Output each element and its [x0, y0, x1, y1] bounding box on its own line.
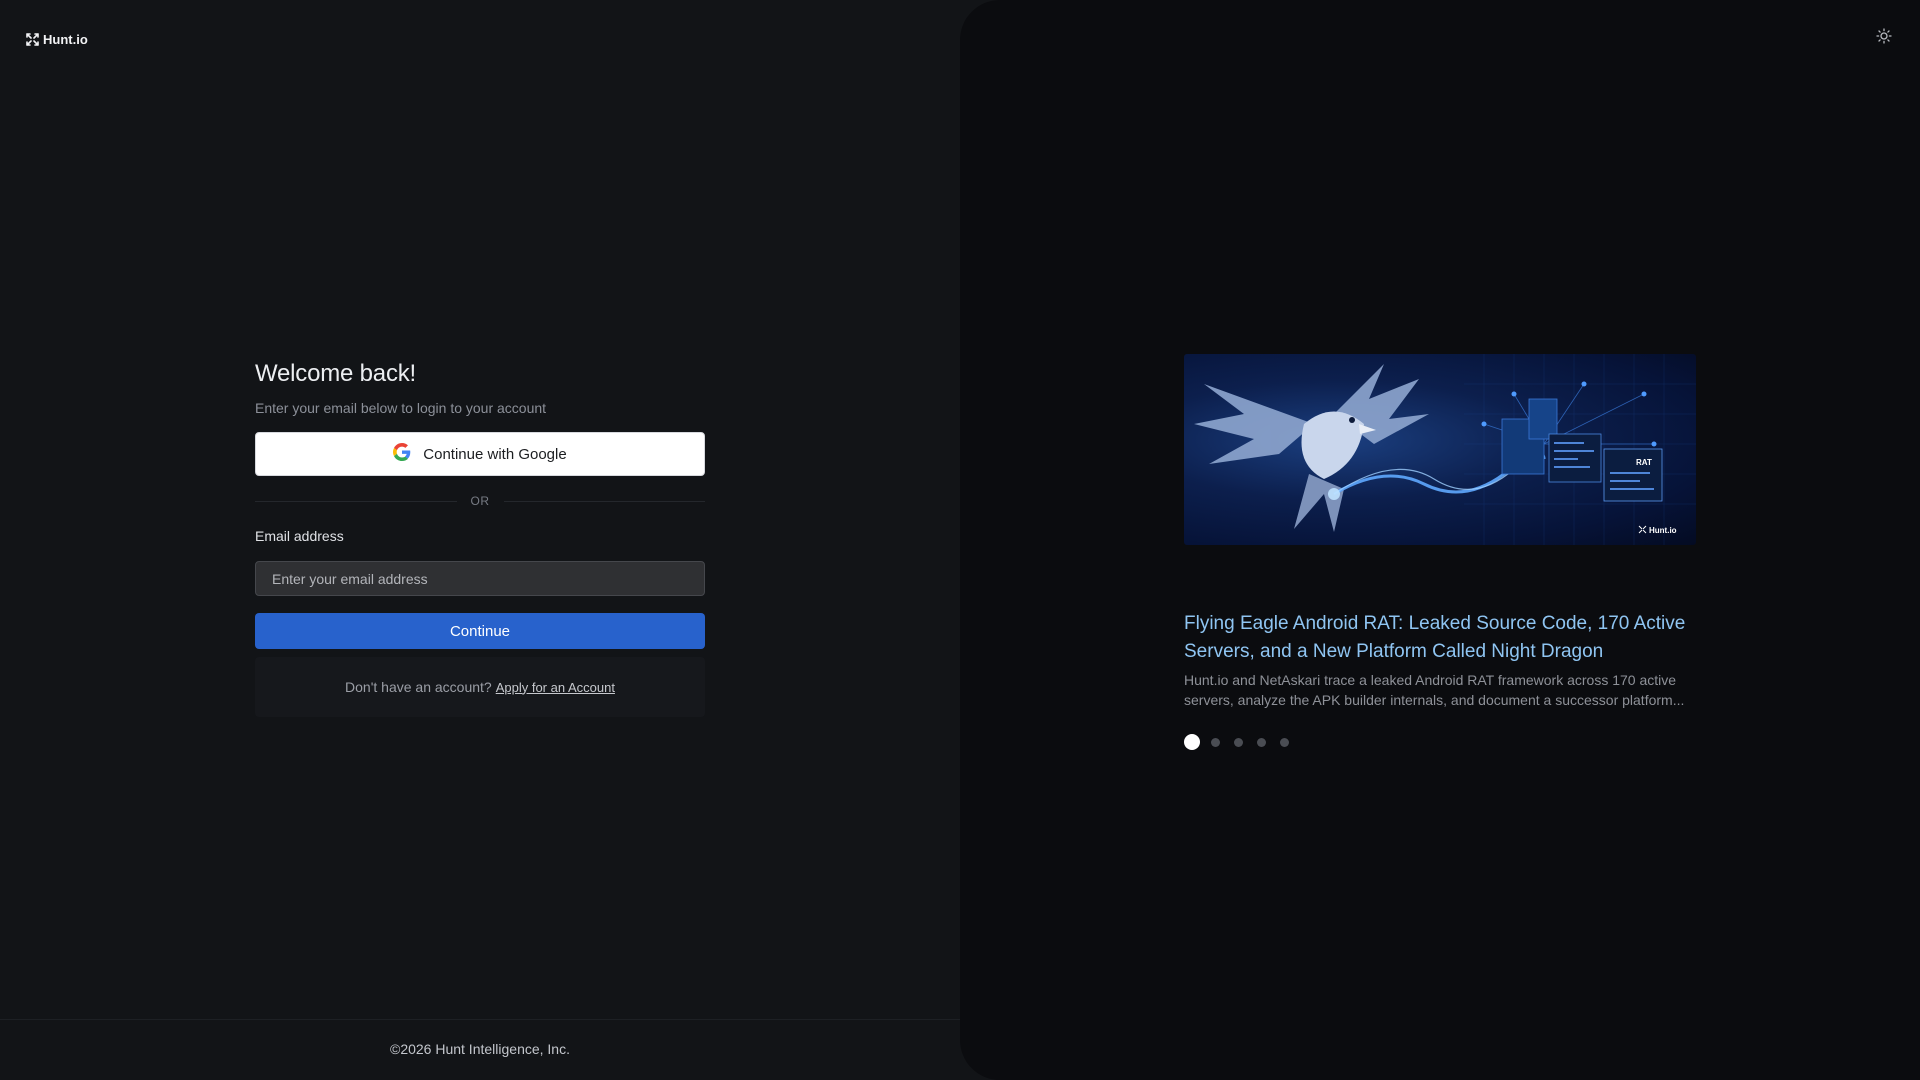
brand-logo[interactable]: Hunt.io — [26, 32, 88, 47]
copyright-footer: ©2026 Hunt Intelligence, Inc. — [390, 1041, 570, 1057]
continue-button[interactable]: Continue — [255, 613, 705, 649]
article-hero-image[interactable]: RAT Hunt.io — [1184, 354, 1696, 545]
theme-toggle-button[interactable] — [1874, 27, 1894, 49]
brand-name: Hunt.io — [43, 32, 88, 47]
signup-prompt-text: Don't have an account? — [345, 679, 492, 695]
divider-text: OR — [470, 494, 490, 508]
article-description: Hunt.io and NetAskari trace a leaked And… — [1184, 672, 1685, 708]
divider-line-right — [503, 500, 705, 502]
promo-panel: RAT Hunt.io Flying Eagle Android RAT: Le… — [960, 0, 1920, 1080]
carousel-dot[interactable] — [1211, 737, 1220, 747]
or-divider: OR — [255, 494, 705, 508]
divider-line-left — [255, 500, 457, 502]
continue-with-google-button[interactable]: Continue with Google — [255, 432, 705, 476]
carousel-pagination — [1184, 734, 1289, 750]
page-title: Welcome back! — [255, 360, 417, 387]
email-label: Email address — [255, 528, 344, 544]
login-panel: Hunt.io Welcome back! Enter your email b… — [0, 0, 960, 1080]
footer-divider — [0, 1019, 960, 1020]
carousel-dot[interactable] — [1234, 737, 1243, 747]
email-field[interactable] — [255, 561, 705, 596]
signup-prompt-box: Don't have an account? Apply for an Acco… — [255, 657, 705, 717]
hero-watermark: Hunt.io — [1649, 526, 1677, 535]
hunt-logo-icon — [26, 33, 39, 46]
carousel-dot[interactable] — [1257, 737, 1266, 747]
login-page: Hunt.io Welcome back! Enter your email b… — [0, 0, 1920, 1080]
google-g-icon — [393, 443, 411, 465]
carousel-dot[interactable] — [1280, 737, 1289, 747]
article-title[interactable]: Flying Eagle Android RAT: Leaked Source … — [1184, 610, 1704, 666]
sun-icon — [1876, 27, 1892, 49]
apply-for-account-link[interactable]: Apply for an Account — [496, 680, 615, 695]
hero-label-rat: RAT — [1636, 458, 1652, 467]
login-form: Welcome back! Enter your email below to … — [255, 360, 705, 717]
google-button-label: Continue with Google — [423, 445, 567, 463]
carousel-dot[interactable] — [1184, 734, 1200, 750]
page-subtitle: Enter your email below to login to your … — [255, 400, 547, 416]
